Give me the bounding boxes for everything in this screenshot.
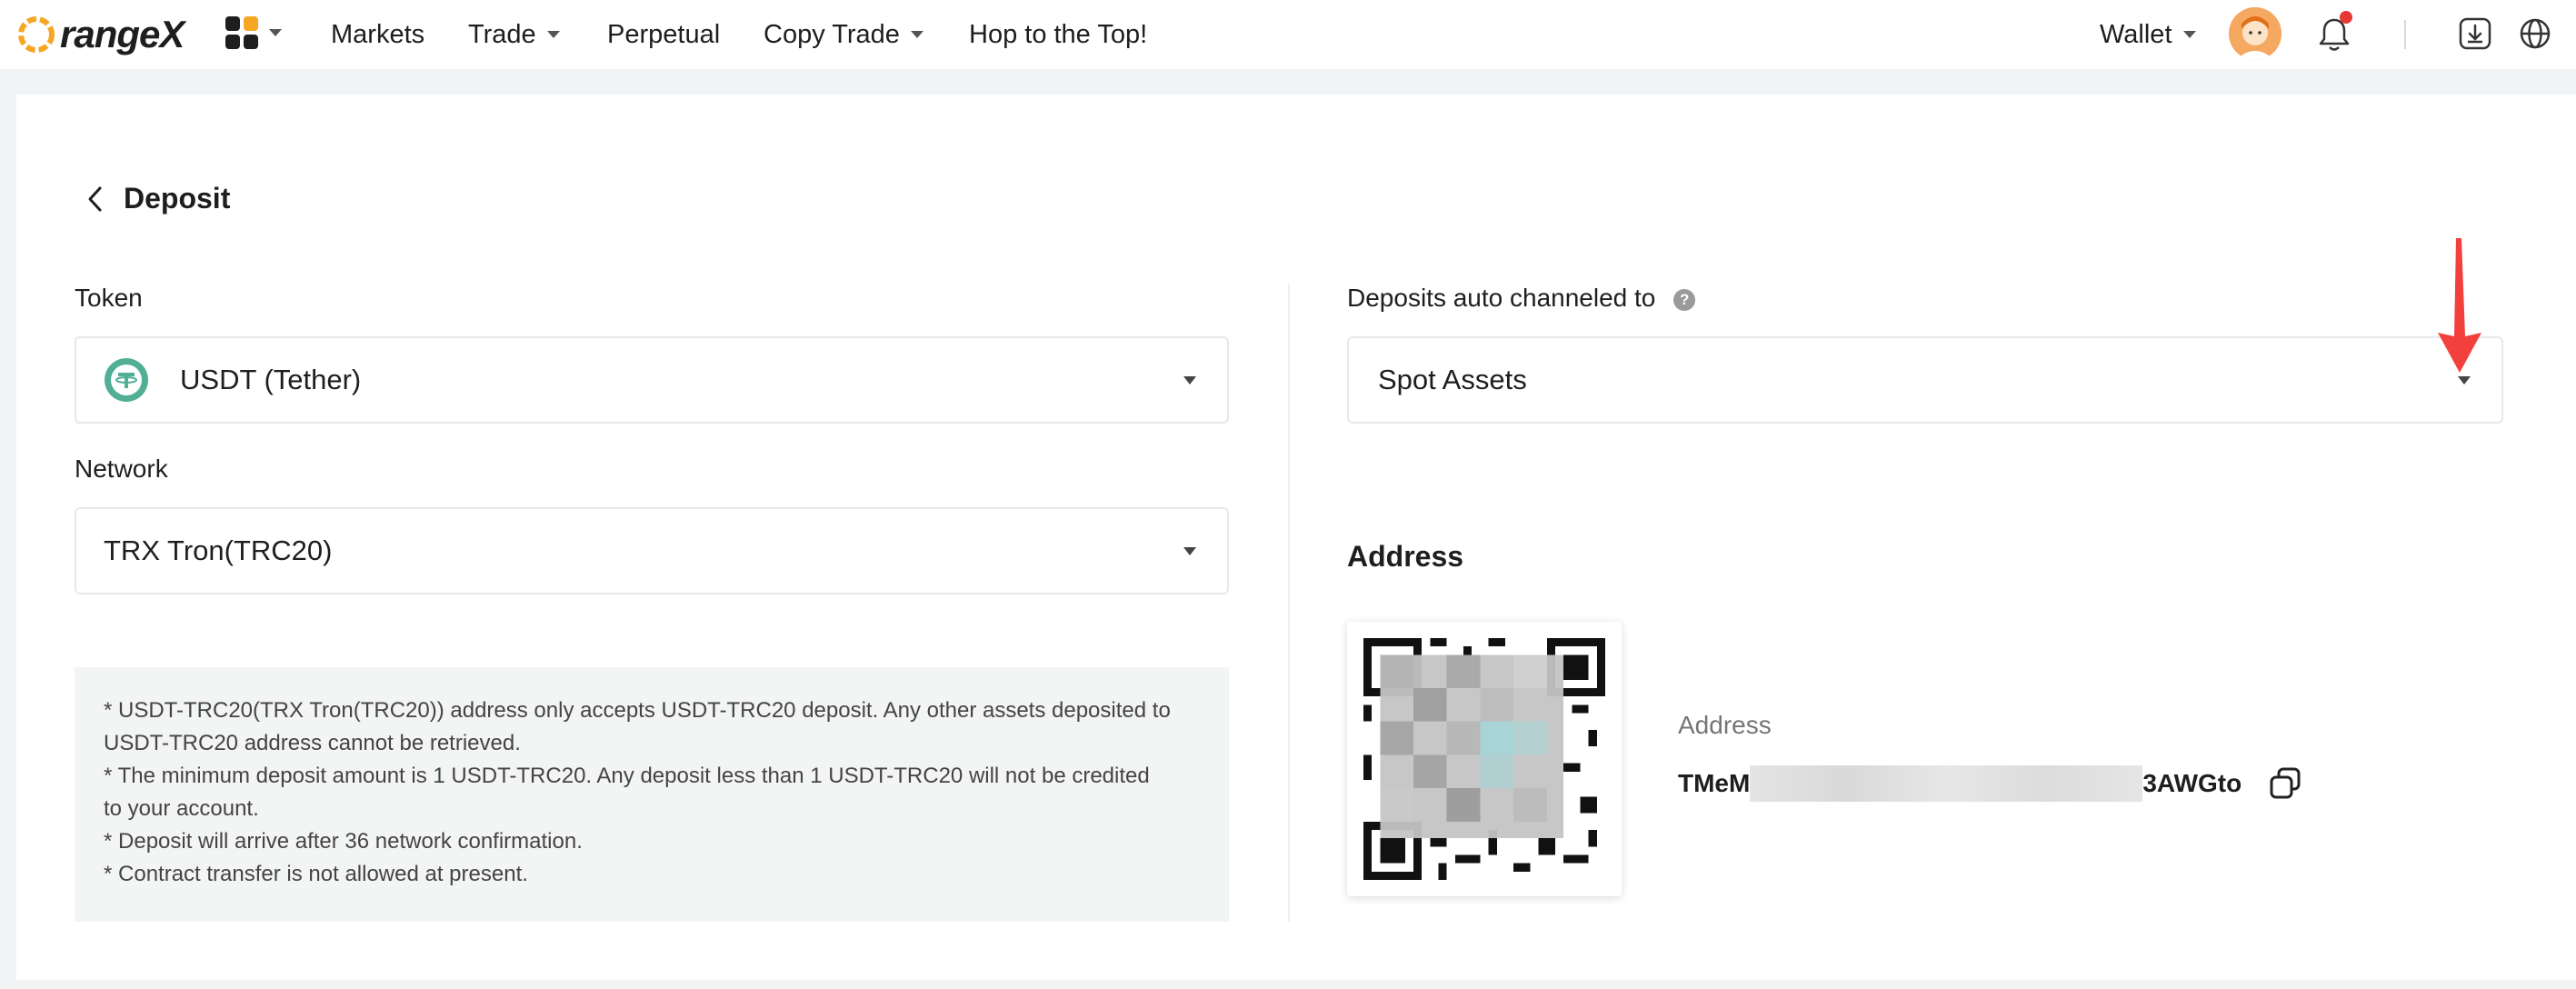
apps-menu-button[interactable]: [225, 16, 282, 49]
network-select[interactable]: TRX Tron(TRC20): [75, 507, 1229, 594]
page-header: Deposit: [85, 182, 230, 215]
nav-label: Hop to the Top!: [969, 19, 1148, 49]
nav-label: Perpetual: [607, 19, 721, 49]
globe-icon: [2520, 18, 2551, 49]
deposit-notice: * USDT-TRC20(TRX Tron(TRC20)) address on…: [75, 667, 1229, 922]
chevron-down-icon: [2458, 376, 2471, 385]
token-value: USDT (Tether): [180, 364, 362, 395]
copy-icon[interactable]: [2267, 765, 2303, 802]
chevron-down-icon: [1183, 547, 1196, 555]
nav-trade[interactable]: Trade: [468, 16, 560, 53]
chevron-down-icon: [269, 29, 282, 36]
nav-hop-to-the-top[interactable]: Hop to the Top!: [969, 16, 1147, 53]
notice-line: to your account.: [104, 796, 259, 821]
top-navigation-bar: rangeX Markets Trade Perpetual Copy Trad…: [0, 0, 2576, 69]
qr-code-icon: [1363, 638, 1605, 880]
token-label: Token: [75, 284, 143, 312]
channel-label-row: Deposits auto channeled to ?: [1347, 284, 1696, 313]
avatar[interactable]: [2229, 7, 2281, 60]
download-icon: [2459, 17, 2491, 50]
help-icon[interactable]: ?: [1673, 288, 1696, 311]
address-label: Address: [1678, 711, 1772, 739]
nav-label: Trade: [468, 19, 536, 49]
chevron-down-icon: [1183, 376, 1196, 385]
address-redacted: [1750, 765, 2143, 802]
notice-line: * Deposit will arrive after 36 network c…: [104, 829, 583, 854]
logo-o-icon: [18, 16, 55, 53]
token-select[interactable]: USDT (Tether): [75, 336, 1229, 424]
address-end: 3AWGto: [2142, 769, 2242, 797]
notification-badge: [2340, 11, 2352, 24]
annotation-arrow-icon: [2438, 238, 2481, 373]
nav-label: Copy Trade: [764, 19, 900, 49]
page-title: Deposit: [124, 182, 231, 215]
nav-label: Markets: [331, 19, 425, 49]
chevron-down-icon: [910, 31, 924, 38]
nav-markets[interactable]: Markets: [331, 16, 424, 53]
column-divider: [1288, 284, 1290, 922]
orangex-logo[interactable]: rangeX: [15, 9, 185, 60]
network-label: Network: [75, 455, 168, 483]
chevron-down-icon: [2182, 31, 2196, 38]
chevron-down-icon: [546, 31, 560, 38]
channel-label: Deposits auto channeled to: [1347, 284, 1656, 312]
address-start: TMeM: [1678, 769, 1751, 797]
notice-line: USDT-TRC20 address cannot be retrieved.: [104, 731, 521, 755]
wallet-label: Wallet: [2100, 19, 2172, 49]
channel-value: Spot Assets: [1378, 364, 1527, 395]
notifications-button[interactable]: [2318, 11, 2352, 53]
nav-perpetual[interactable]: Perpetual: [607, 16, 720, 53]
notice-line: * Contract transfer is not allowed at pr…: [104, 862, 528, 886]
notice-line: * The minimum deposit amount is 1 USDT-T…: [104, 764, 1150, 788]
network-value: TRX Tron(TRC20): [104, 534, 333, 566]
avatar-icon: [2229, 7, 2281, 60]
logo-text: rangeX: [60, 13, 185, 55]
apps-grid-icon: [225, 16, 258, 49]
channel-select[interactable]: Spot Assets: [1347, 336, 2503, 424]
language-button[interactable]: [2518, 16, 2552, 51]
nav-divider: [2404, 20, 2406, 49]
address-heading: Address: [1347, 540, 1464, 573]
usdt-tether-icon: [105, 358, 148, 402]
notice-line: * USDT-TRC20(TRX Tron(TRC20)) address on…: [104, 698, 1171, 723]
back-arrow-icon[interactable]: [85, 184, 105, 215]
download-app-button[interactable]: [2458, 16, 2492, 51]
nav-copy-trade[interactable]: Copy Trade: [764, 16, 924, 53]
deposit-address: TMeM 3AWGto: [1678, 765, 2303, 802]
wallet-menu[interactable]: Wallet: [2100, 16, 2196, 53]
deposit-qr-code: [1347, 622, 1622, 896]
